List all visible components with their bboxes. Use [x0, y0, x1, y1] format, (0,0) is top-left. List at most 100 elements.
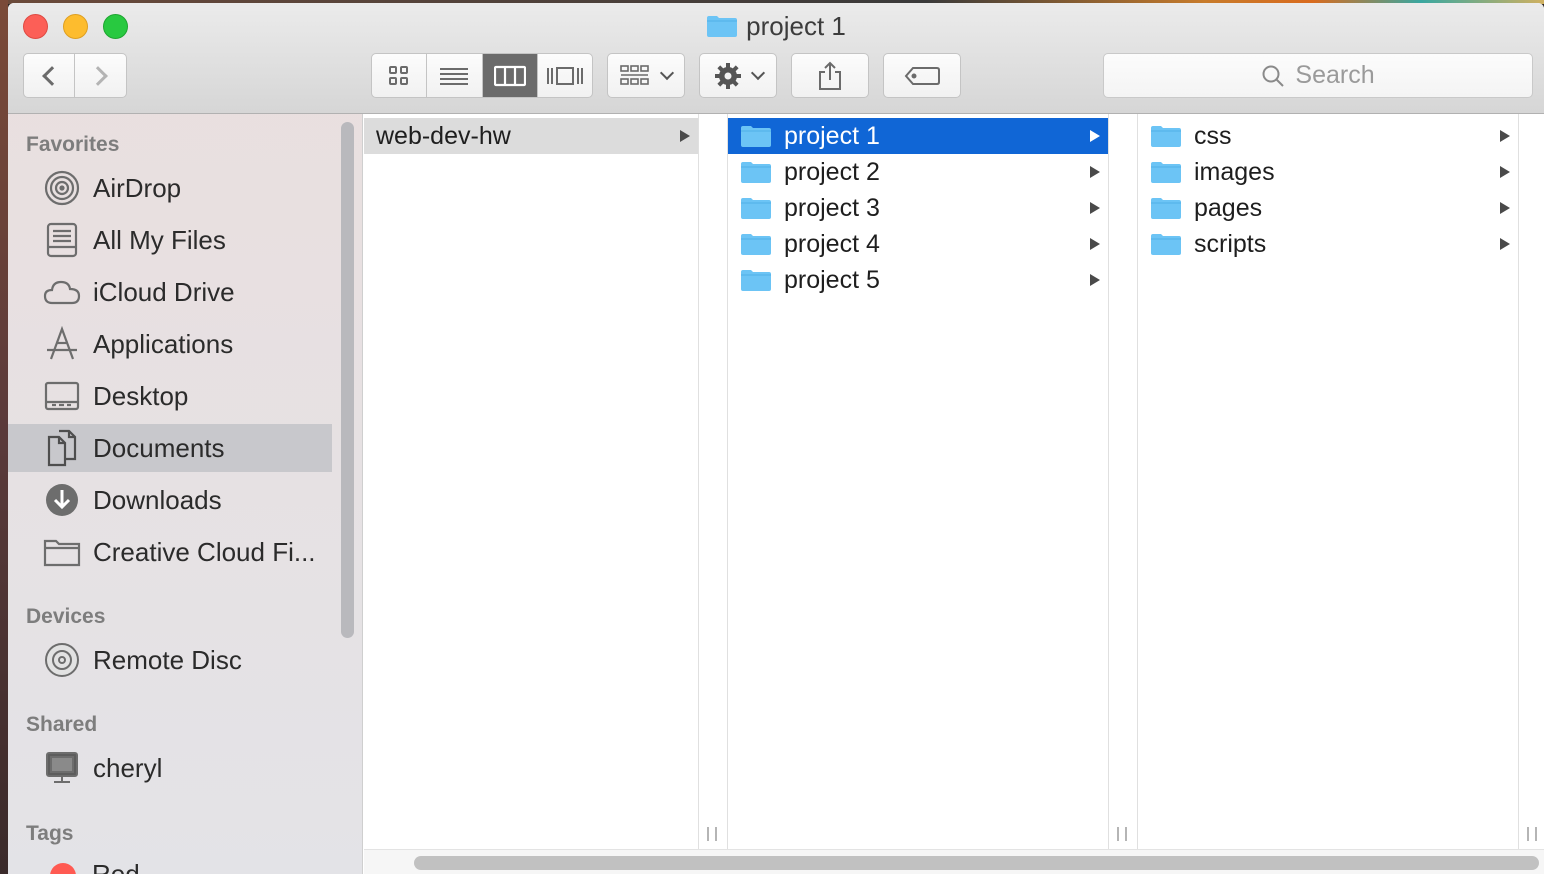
sidebar-item-label: cheryl: [93, 752, 163, 783]
sidebar-item-remote-disc[interactable]: Remote Disc: [8, 636, 332, 684]
item-label: project 2: [784, 157, 880, 186]
arrange-grid-icon: [620, 64, 649, 85]
item-label: css: [1194, 121, 1232, 150]
tag-label[interactable]: Red: [92, 859, 140, 874]
horizontal-scrollbar[interactable]: [364, 849, 1544, 874]
tag-red-dot[interactable]: [50, 863, 76, 874]
window-title-text: project 1: [746, 11, 846, 41]
folder-icon: [1151, 198, 1181, 219]
sidebar-item-label: Remote Disc: [93, 644, 242, 675]
item-label: web-dev-hw: [376, 121, 511, 150]
edit-tags-button[interactable]: [883, 53, 961, 98]
column-resize-divider[interactable]: [698, 114, 728, 849]
downloads-icon: [43, 481, 81, 519]
disclosure-arrow-icon: [680, 130, 690, 142]
favorites-header: Favorites: [26, 133, 120, 156]
disclosure-arrow-icon: [1090, 130, 1100, 142]
finder-window: project 1 Search Favorites AirDrop All M…: [8, 3, 1544, 874]
applications-icon: [43, 325, 81, 363]
devices-header: Devices: [26, 605, 106, 628]
horizontal-scroll-thumb[interactable]: [414, 856, 1539, 870]
all-files-icon: [43, 221, 81, 259]
arrange-button[interactable]: [607, 53, 685, 98]
sidebar-item-all-my-files[interactable]: All My Files: [8, 216, 332, 264]
action-menu-button[interactable]: [699, 53, 777, 98]
item-label: project 5: [784, 265, 880, 294]
list-item[interactable]: project 4: [728, 226, 1108, 262]
resize-grip-icon[interactable]: [1527, 827, 1537, 841]
resize-grip-icon[interactable]: [707, 827, 717, 841]
folder-icon: [1151, 126, 1181, 147]
desktop-background-edge: [0, 0, 8, 874]
computer-icon: [43, 749, 81, 787]
sidebar-item-icloud-drive[interactable]: iCloud Drive: [8, 268, 332, 316]
column-view-icon: [493, 65, 526, 86]
back-button[interactable]: [23, 53, 75, 98]
item-label: scripts: [1194, 229, 1267, 258]
folder-icon: [1151, 234, 1181, 255]
list-item[interactable]: project 5: [728, 262, 1108, 298]
sidebar-item-label: All My Files: [93, 224, 226, 255]
disclosure-arrow-icon: [1500, 202, 1510, 214]
item-label: pages: [1194, 193, 1263, 222]
view-mode-selector: [371, 53, 593, 98]
sidebar-item-downloads[interactable]: Downloads: [8, 476, 332, 524]
list-item[interactable]: scripts: [1138, 226, 1518, 262]
list-view-icon: [440, 67, 469, 85]
column-resize-divider[interactable]: [1108, 114, 1138, 849]
sidebar-item-label: Downloads: [93, 484, 222, 515]
list-item[interactable]: images: [1138, 154, 1518, 190]
sidebar-item-documents[interactable]: Documents: [8, 424, 332, 472]
sidebar-scrollbar[interactable]: [341, 122, 354, 638]
sidebar-item-label: Desktop: [93, 380, 189, 411]
disclosure-arrow-icon: [1500, 238, 1510, 250]
disclosure-arrow-icon: [1500, 166, 1510, 178]
item-label: images: [1194, 157, 1275, 186]
sidebar-item-creative-cloud[interactable]: Creative Cloud Fi...: [8, 528, 332, 576]
documents-icon: [43, 429, 81, 467]
chevron-down-icon: [750, 65, 766, 80]
chevron-left-icon: [42, 65, 62, 86]
item-label: project 4: [784, 229, 880, 258]
sidebar-item-applications[interactable]: Applications: [8, 320, 332, 368]
resize-grip-icon[interactable]: [1117, 827, 1127, 841]
list-item[interactable]: project 1: [728, 118, 1108, 154]
list-view-button[interactable]: [427, 54, 483, 97]
list-item[interactable]: web-dev-hw: [364, 118, 698, 154]
item-label: project 1: [784, 121, 880, 150]
column-resize-divider[interactable]: [1518, 114, 1544, 849]
share-button[interactable]: [791, 53, 869, 98]
list-item[interactable]: project 3: [728, 190, 1108, 226]
airdrop-icon: [43, 169, 81, 207]
folder-icon: [741, 162, 771, 183]
list-item[interactable]: css: [1138, 118, 1518, 154]
sidebar-item-desktop[interactable]: Desktop: [8, 372, 332, 420]
sidebar-item-label: Creative Cloud Fi...: [93, 536, 316, 567]
list-item[interactable]: pages: [1138, 190, 1518, 226]
folder-icon: [707, 16, 738, 37]
browser-column-1: web-dev-hw: [364, 114, 698, 849]
cover-flow-icon: [546, 66, 583, 85]
shared-header: Shared: [26, 713, 98, 736]
disclosure-arrow-icon: [1090, 202, 1100, 214]
search-icon: [1262, 65, 1285, 87]
cover-flow-view-button[interactable]: [538, 54, 592, 97]
sidebar-item-airdrop[interactable]: AirDrop: [8, 164, 332, 212]
column-view-button[interactable]: [482, 54, 538, 97]
tag-icon: [904, 66, 940, 85]
tags-header: Tags: [26, 822, 74, 845]
disclosure-arrow-icon: [1090, 274, 1100, 286]
folder-icon: [741, 198, 771, 219]
chevron-down-icon: [659, 65, 675, 80]
disclosure-arrow-icon: [1090, 238, 1100, 250]
window-title: project 1: [8, 11, 1544, 42]
sidebar-item-cheryl[interactable]: cheryl: [8, 744, 332, 792]
forward-button[interactable]: [75, 53, 127, 98]
list-item[interactable]: project 2: [728, 154, 1108, 190]
search-field[interactable]: Search: [1103, 53, 1533, 98]
browser-column-3: css images pages scripts: [1138, 114, 1518, 849]
folder-icon: [741, 270, 771, 291]
icon-view-button[interactable]: [372, 54, 428, 97]
sidebar-item-label: AirDrop: [93, 172, 182, 203]
titlebar-toolbar: project 1 Search: [8, 3, 1544, 114]
